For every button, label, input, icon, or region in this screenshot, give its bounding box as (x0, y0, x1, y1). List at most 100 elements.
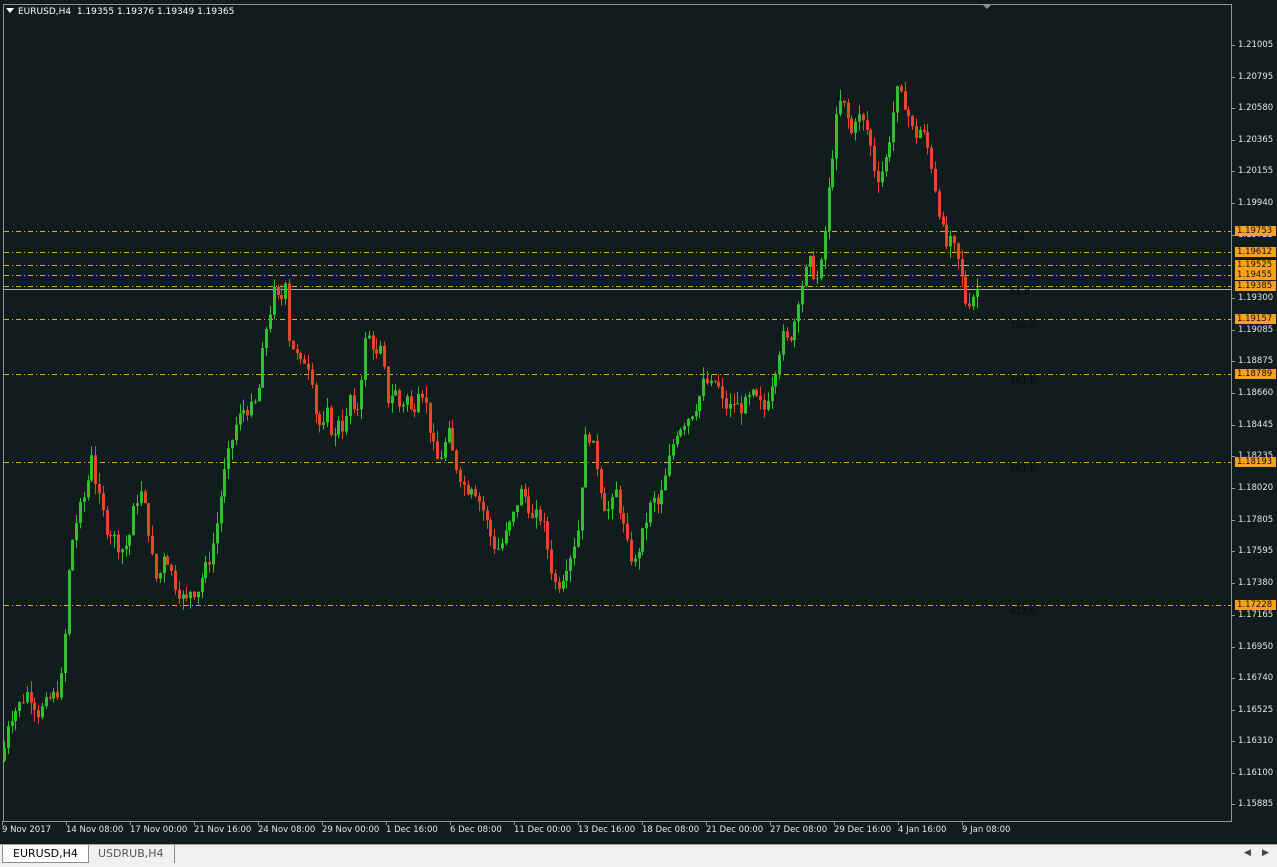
candle-body (725, 398, 728, 409)
candle-body (292, 340, 295, 350)
candle-body (277, 286, 280, 296)
candle-body (934, 168, 937, 192)
tab-eurusd-h4[interactable]: EURUSD,H4 (2, 845, 89, 863)
candle-body (49, 697, 52, 699)
candle-body (60, 673, 63, 698)
candle-body (451, 428, 454, 451)
candle-body (125, 545, 128, 550)
candle-body (835, 114, 838, 159)
scroll-left-icon[interactable]: ◀ (1244, 848, 1251, 858)
candle-body (850, 118, 853, 133)
candle-body (524, 488, 527, 497)
time-axis-label: 13 Dec 16:00 (578, 825, 636, 835)
candle-body (109, 534, 112, 537)
candle-body (797, 304, 800, 322)
candle-body (261, 348, 264, 388)
candle-body (463, 481, 466, 485)
candle-body (622, 513, 625, 524)
candle-body (577, 530, 580, 547)
candlestick-chart[interactable] (0, 0, 1277, 844)
candle-body (683, 426, 686, 430)
time-axis-label: 21 Dec 00:00 (706, 825, 764, 835)
candle-body (212, 543, 215, 565)
time-axis-label: 1 Dec 16:00 (386, 825, 438, 835)
price-axis-label: 1.17165 (1238, 609, 1274, 620)
time-axis-label: 11 Dec 00:00 (514, 825, 572, 835)
candle-body (182, 594, 185, 599)
candle-body (299, 353, 302, 360)
candle-body (185, 594, 188, 599)
candle-body (793, 321, 796, 341)
candle-body (318, 414, 321, 426)
candle-body (907, 109, 910, 117)
candle-body (448, 428, 451, 443)
candle-body (957, 243, 960, 259)
candle-body (208, 562, 211, 565)
candle-body (197, 591, 200, 598)
candle-body (961, 258, 964, 277)
candle-body (79, 501, 82, 524)
candle-body (106, 510, 109, 535)
chart-shift-marker-icon[interactable] (982, 4, 992, 9)
candle-body (398, 390, 401, 407)
candle-body (721, 386, 724, 399)
candle-body (159, 573, 162, 579)
candle-body (949, 236, 952, 247)
tab-usdrub-h4[interactable]: USDRUB,H4 (88, 845, 175, 863)
candle-body (444, 442, 447, 458)
candle-body (379, 345, 382, 354)
candle-body (497, 548, 500, 550)
candle-body (493, 536, 496, 549)
candle-body (254, 401, 257, 403)
candle-body (334, 434, 337, 436)
candle-body (455, 450, 458, 470)
candle-body (881, 171, 884, 183)
time-axis-label: 14 Nov 08:00 (66, 825, 124, 835)
time-axis-label: 29 Dec 16:00 (834, 825, 892, 835)
candle-body (759, 395, 762, 400)
candle-body (307, 363, 310, 370)
price-axis-label: 1.15885 (1238, 799, 1274, 810)
candle-body (774, 374, 777, 387)
candle-body (410, 396, 413, 410)
candle-body (364, 338, 367, 380)
candle-body (136, 503, 139, 507)
price-axis-label: 1.19085 (1238, 325, 1274, 336)
menu-triangle-icon[interactable] (6, 8, 14, 13)
candle-body (657, 497, 660, 505)
candle-body (588, 434, 591, 443)
candle-body (649, 502, 652, 523)
candle-body (816, 278, 819, 280)
candle-body (87, 480, 90, 498)
price-axis-label: 1.16950 (1238, 641, 1274, 652)
candle-body (930, 147, 933, 169)
candle-body (429, 402, 432, 433)
price-axis-label: 1.20365 (1238, 135, 1274, 146)
candle-body (543, 520, 546, 522)
candle-body (102, 493, 105, 511)
candle-body (626, 523, 629, 540)
candle-body (512, 511, 515, 522)
price-axis-label: 1.18875 (1238, 356, 1274, 367)
time-axis-label: 4 Jan 16:00 (898, 825, 947, 835)
candle-body (866, 120, 869, 130)
price-axis-label: 1.17380 (1238, 577, 1274, 588)
candle-body (406, 396, 409, 405)
candle-body (505, 530, 508, 544)
candle-body (132, 506, 135, 536)
price-axis-label: 1.19940 (1238, 198, 1274, 209)
candle-body (26, 692, 29, 703)
candle-body (546, 521, 549, 550)
candle-body (976, 289, 979, 297)
candle-body (311, 369, 314, 385)
level-price-tag: 1.19385 (1235, 280, 1276, 291)
candle-body (923, 129, 926, 132)
candle-body (603, 493, 606, 512)
scroll-right-icon[interactable]: ▶ (1262, 848, 1269, 858)
chart-window[interactable]: EURUSD,H4 1.19355 1.19376 1.19349 1.1936… (0, 0, 1277, 844)
candle-body (641, 528, 644, 552)
candle-body (562, 580, 565, 589)
candle-body (729, 403, 732, 409)
candle-body (265, 328, 268, 349)
price-axis-label: 1.20580 (1238, 103, 1274, 114)
